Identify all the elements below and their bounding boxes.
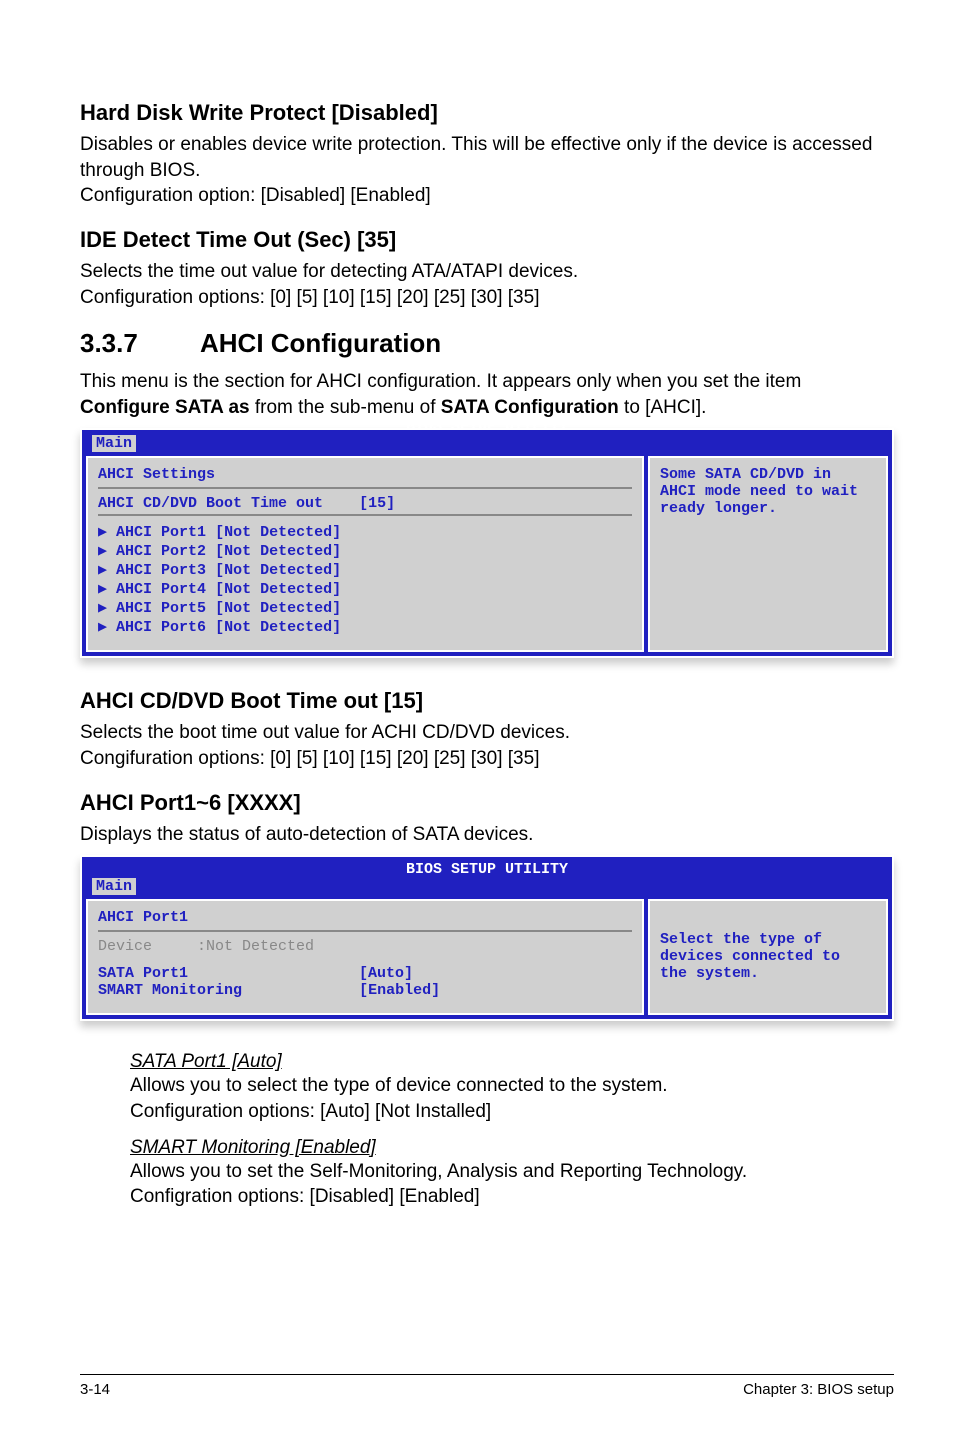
bios-tab-bar: Main [84, 435, 890, 454]
text-line: Selects the boot time out value for ACHI… [80, 722, 570, 743]
text-ahci-configuration-intro: This menu is the section for AHCI config… [80, 369, 894, 420]
text-line: Allows you to select the type of device … [130, 1075, 668, 1096]
section-number: 3.3.7 [80, 328, 200, 359]
text-line: Congifuration options: [0] [5] [10] [15]… [80, 748, 539, 769]
submenu-label: AHCI Port6 [Not Detected] [116, 619, 341, 636]
text-fragment: to [AHCI]. [619, 397, 707, 418]
bios-tab-main[interactable]: Main [92, 878, 136, 895]
bios-help-text: Some SATA CD/DVD in AHCI mode need to wa… [660, 466, 858, 517]
bios-tab-main[interactable]: Main [92, 435, 136, 452]
bios-pane-heading: AHCI Port1 [98, 909, 632, 926]
text-hard-disk-write-protect: Disables or enables device write protect… [80, 132, 894, 209]
text-sata-port1: Allows you to select the type of device … [130, 1073, 894, 1124]
bios-submenu-ahci-port1[interactable]: ▶ AHCI Port1 [Not Detected] [98, 522, 632, 541]
triangle-right-icon: ▶ [98, 619, 116, 636]
bios-option-sata-port1[interactable]: SATA Port1 [Auto] [98, 965, 632, 982]
text-ide-detect-time-out: Selects the time out value for detecting… [80, 259, 894, 310]
bios-title: BIOS SETUP UTILITY [84, 859, 890, 878]
info-label: Device [98, 938, 152, 955]
submenu-label: AHCI Port5 [Not Detected] [116, 600, 341, 617]
text-ahci-boot-time-out: Selects the boot time out value for ACHI… [80, 720, 894, 771]
heading-ide-detect-time-out: IDE Detect Time Out (Sec) [35] [80, 227, 894, 253]
text-line: Configuration options: [Auto] [Not Insta… [130, 1101, 491, 1122]
heading-ahci-port-1-6: AHCI Port1~6 [XXXX] [80, 790, 894, 816]
bios-submenu-ahci-port5[interactable]: ▶ AHCI Port5 [Not Detected] [98, 598, 632, 617]
triangle-right-icon: ▶ [98, 600, 116, 617]
bios-help-pane: Select the type of devices connected to … [648, 899, 888, 1015]
heading-hard-disk-write-protect: Hard Disk Write Protect [Disabled] [80, 100, 894, 126]
text-fragment: This menu is the section for AHCI config… [80, 371, 801, 392]
bios-panel-ahci-settings: BIOS SETUP UTILITY Main AHCI Settings AH… [80, 428, 894, 658]
page-footer: 3-14 Chapter 3: BIOS setup [80, 1374, 894, 1398]
text-smart-monitoring: Allows you to set the Self-Monitoring, A… [130, 1159, 894, 1210]
bios-option-smart-monitoring[interactable]: SMART Monitoring [Enabled] [98, 982, 632, 999]
submenu-label: AHCI Port2 [Not Detected] [116, 543, 341, 560]
bios-help-text: Select the type of devices connected to … [660, 931, 840, 982]
bios-submenu-ahci-port6[interactable]: ▶ AHCI Port6 [Not Detected] [98, 617, 632, 636]
submenu-label: AHCI Port4 [Not Detected] [116, 581, 341, 598]
chapter-label: Chapter 3: BIOS setup [743, 1381, 894, 1398]
bios-submenu-ahci-port3[interactable]: ▶ AHCI Port3 [Not Detected] [98, 560, 632, 579]
text-bold: Configure SATA as [80, 397, 250, 418]
text-line: Configuration options: [0] [5] [10] [15]… [80, 287, 539, 308]
divider [98, 487, 632, 489]
text-line: Disables or enables device write protect… [80, 134, 872, 181]
heading-ahci-configuration: 3.3.7AHCI Configuration [80, 328, 894, 359]
heading-sata-port1: SATA Port1 [Auto] [130, 1051, 894, 1073]
bios-pane-heading: AHCI Settings [98, 466, 632, 483]
bios-tab-bar: Main [84, 878, 890, 897]
bios-help-pane: Some SATA CD/DVD in AHCI mode need to wa… [648, 456, 888, 652]
option-value: [Enabled] [359, 982, 440, 999]
page-number: 3-14 [80, 1381, 110, 1398]
triangle-right-icon: ▶ [98, 524, 116, 541]
bios-submenu-ahci-port4[interactable]: ▶ AHCI Port4 [Not Detected] [98, 579, 632, 598]
option-value: [Auto] [359, 965, 413, 982]
info-value: :Not Detected [197, 938, 314, 955]
triangle-right-icon: ▶ [98, 562, 116, 579]
heading-ahci-cd-dvd-boot-time-out: AHCI CD/DVD Boot Time out [15] [80, 688, 894, 714]
text-line: Selects the time out value for detecting… [80, 261, 578, 282]
heading-smart-monitoring: SMART Monitoring [Enabled] [130, 1137, 894, 1159]
bios-submenu-ahci-port2[interactable]: ▶ AHCI Port2 [Not Detected] [98, 541, 632, 560]
triangle-right-icon: ▶ [98, 543, 116, 560]
text-ahci-port-1-6: Displays the status of auto-detection of… [80, 822, 894, 848]
submenu-label: AHCI Port1 [Not Detected] [116, 524, 341, 541]
text-line: Configuration option: [Disabled] [Enable… [80, 185, 431, 206]
bios-panel-ahci-port1: BIOS SETUP UTILITY Main AHCI Port1 Devic… [80, 855, 894, 1021]
text-fragment: from the sub-menu of [250, 397, 441, 418]
bios-option-boot-time-out[interactable]: AHCI CD/DVD Boot Time out [15] [98, 495, 632, 512]
text-line: Allows you to set the Self-Monitoring, A… [130, 1161, 747, 1182]
option-label: SMART Monitoring [98, 982, 242, 999]
option-value: [15] [359, 495, 395, 512]
bios-info-device: Device :Not Detected [98, 938, 632, 955]
bios-left-pane: AHCI Settings AHCI CD/DVD Boot Time out … [86, 456, 644, 652]
section-title: AHCI Configuration [200, 328, 441, 358]
text-line: Configration options: [Disabled] [Enable… [130, 1186, 480, 1207]
triangle-right-icon: ▶ [98, 581, 116, 598]
divider [98, 930, 632, 932]
text-bold: SATA Configuration [441, 397, 619, 418]
bios-left-pane: AHCI Port1 Device :Not Detected SATA Por… [86, 899, 644, 1015]
option-label: SATA Port1 [98, 965, 188, 982]
option-label: AHCI CD/DVD Boot Time out [98, 495, 323, 512]
submenu-label: AHCI Port3 [Not Detected] [116, 562, 341, 579]
divider [98, 514, 632, 516]
